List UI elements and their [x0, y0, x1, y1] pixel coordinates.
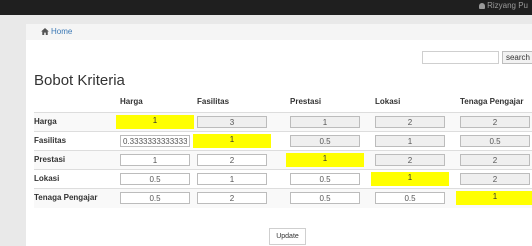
home-label: Home	[51, 27, 73, 36]
matrix-cell	[116, 153, 194, 167]
diagonal-value: 1	[407, 173, 413, 182]
matrix-cell	[193, 191, 271, 205]
row-label: Prestasi	[34, 155, 66, 164]
row-label: Fasilitas	[34, 136, 67, 145]
table-row: Harga 1	[34, 112, 532, 132]
diagonal-value: 1	[229, 135, 235, 144]
row-label: Lokasi	[34, 174, 60, 183]
weight-input[interactable]	[460, 116, 530, 128]
top-navbar: Rizyang Pu	[0, 0, 532, 15]
column-header: Prestasi	[290, 97, 322, 106]
diagonal-cell: 1	[116, 115, 194, 129]
weight-input[interactable]	[120, 154, 190, 166]
weight-input[interactable]	[197, 154, 267, 166]
matrix-cell	[371, 115, 449, 129]
weight-input[interactable]	[197, 173, 267, 185]
weight-input[interactable]	[120, 192, 190, 204]
diagonal-cell: 1	[193, 134, 271, 148]
diagonal-cell: 1	[456, 191, 532, 205]
matrix-cell	[193, 172, 271, 186]
main-panel: Home search Bobot Kriteria Harga Fasilita…	[26, 24, 532, 246]
matrix-cell	[456, 134, 532, 148]
weight-input[interactable]	[290, 173, 360, 185]
weight-input[interactable]	[375, 135, 445, 147]
weight-input[interactable]	[120, 173, 190, 185]
matrix-cell	[116, 191, 194, 205]
matrix-cell	[193, 153, 271, 167]
weight-input[interactable]	[460, 135, 530, 147]
matrix-cell	[286, 172, 364, 186]
weight-input[interactable]	[290, 116, 360, 128]
home-icon	[41, 28, 49, 35]
weight-input[interactable]	[197, 116, 267, 128]
breadcrumb: Home	[26, 24, 532, 40]
weight-input[interactable]	[290, 135, 360, 147]
weight-input[interactable]	[460, 173, 530, 185]
table-header-row: Harga Fasilitas Prestasi Lokasi Tenaga Penga…	[34, 95, 532, 109]
weight-input[interactable]	[460, 154, 530, 166]
search-button[interactable]: search	[502, 51, 532, 64]
breadcrumb-home-link[interactable]: Home	[41, 27, 72, 36]
table-row: Fasilitas 1	[34, 131, 532, 151]
diagonal-value: 1	[322, 154, 328, 163]
column-header: Harga	[120, 97, 143, 106]
column-header: Tenaga Pengajar	[460, 97, 524, 106]
weight-input[interactable]	[375, 116, 445, 128]
row-label: Harga	[34, 117, 57, 126]
table-row: Lokasi 1	[34, 169, 532, 189]
matrix-cell	[456, 172, 532, 186]
search-input[interactable]	[422, 51, 499, 64]
matrix-cell	[286, 115, 364, 129]
matrix-cell	[116, 172, 194, 186]
weight-input[interactable]	[120, 135, 190, 147]
matrix-cell	[456, 153, 532, 167]
table-row: Prestasi 1	[34, 150, 532, 170]
table-row: Tenaga Pengajar 1	[34, 188, 532, 208]
matrix-cell	[456, 115, 532, 129]
diagonal-cell: 1	[371, 172, 449, 186]
user-name: Rizyang Pu	[487, 1, 528, 10]
weight-input[interactable]	[375, 154, 445, 166]
column-header: Fasilitas	[197, 97, 230, 106]
column-header: Lokasi	[375, 97, 401, 106]
matrix-cell	[116, 134, 194, 148]
matrix-cell	[371, 153, 449, 167]
matrix-cell	[286, 134, 364, 148]
row-label: Tenaga Pengajar	[34, 193, 98, 202]
diagonal-cell: 1	[286, 153, 364, 167]
matrix-cell	[193, 115, 271, 129]
update-button[interactable]: Update	[269, 228, 306, 245]
weight-input[interactable]	[290, 192, 360, 204]
matrix-cell	[371, 191, 449, 205]
page-title: Bobot Kriteria	[34, 72, 125, 89]
matrix-cell	[371, 134, 449, 148]
diagonal-value: 1	[492, 192, 498, 201]
matrix-cell	[286, 191, 364, 205]
user-icon	[479, 3, 486, 9]
weight-input[interactable]	[375, 192, 445, 204]
weight-input[interactable]	[197, 192, 267, 204]
diagonal-value: 1	[152, 116, 158, 125]
user-menu[interactable]: Rizyang Pu	[479, 1, 528, 10]
